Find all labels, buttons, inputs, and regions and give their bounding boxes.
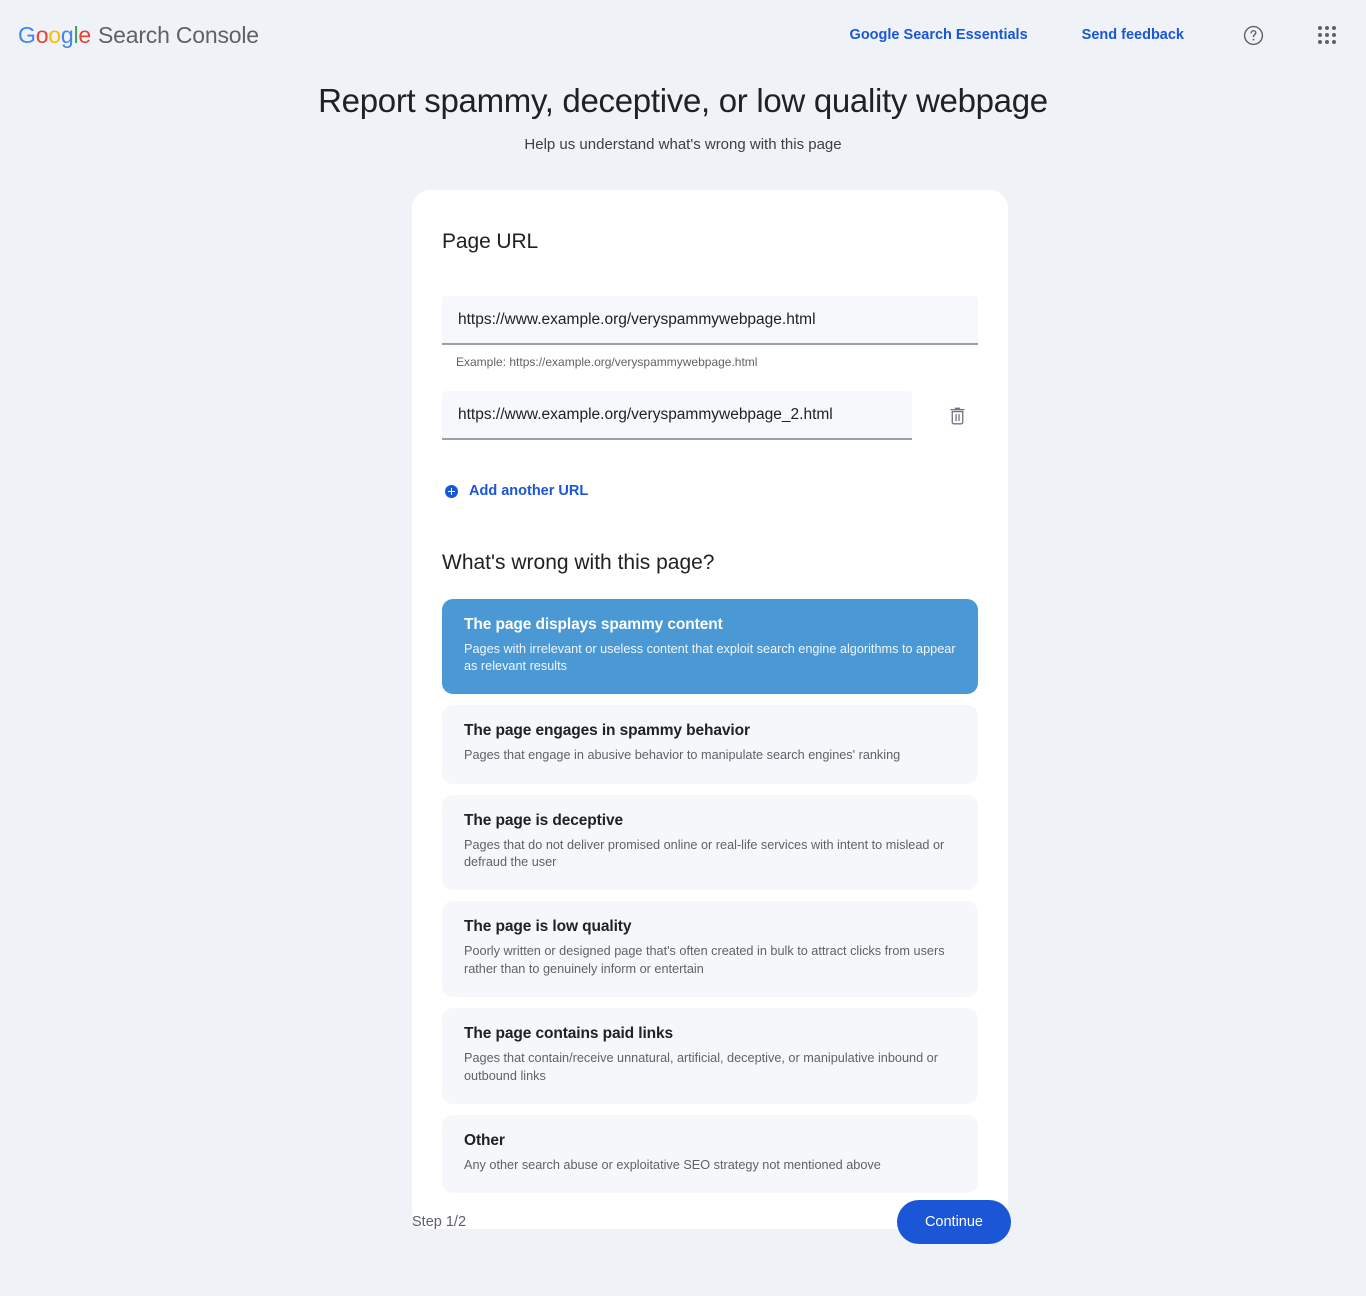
option-title: The page engages in spammy behavior <box>464 722 750 740</box>
header-actions: Google Search Essentials Send feedback <box>850 18 1344 52</box>
option-spammy-behavior[interactable]: The page engages in spammy behavior Page… <box>442 705 978 784</box>
option-title: The page contains paid links <box>464 1025 674 1043</box>
report-form-card: Page URL Example: https://example.org/ve… <box>412 190 1008 1230</box>
app-header: Google Search Console Google Search Esse… <box>0 0 1366 70</box>
trash-icon <box>950 407 964 425</box>
option-title: The page is low quality <box>464 918 632 936</box>
google-search-essentials-link[interactable]: Google Search Essentials <box>850 27 1028 43</box>
page-title: Report spammy, deceptive, or low quality… <box>318 82 1048 119</box>
url-input-1[interactable] <box>442 296 978 345</box>
option-description: Pages that do not deliver promised onlin… <box>464 837 945 870</box>
issue-options-list: The page displays spammy content Pages w… <box>442 598 978 1194</box>
option-description: Poorly written or designed page that's o… <box>464 944 945 976</box>
product-name: Search Console <box>98 21 259 48</box>
add-another-url-button[interactable]: Add another URL <box>445 483 588 499</box>
send-feedback-link[interactable]: Send feedback <box>1082 27 1184 43</box>
url-field-2-row <box>442 391 978 440</box>
option-title: The page is deceptive <box>464 811 623 829</box>
option-title: The page displays spammy content <box>464 615 723 633</box>
option-paid-links[interactable]: The page contains paid links Pages that … <box>442 1008 978 1105</box>
apps-grid-icon <box>1318 26 1336 44</box>
help-circle-icon <box>1243 25 1263 45</box>
help-button[interactable] <box>1236 18 1270 52</box>
option-description: Any other search abuse or exploitative S… <box>464 1158 881 1173</box>
option-spammy-content[interactable]: The page displays spammy content Pages w… <box>442 598 978 695</box>
option-description: Pages that contain/receive unnatural, ar… <box>464 1051 938 1083</box>
option-low-quality[interactable]: The page is low quality Poorly written o… <box>442 901 978 998</box>
url-input-2[interactable] <box>442 391 912 440</box>
option-title: Other <box>464 1132 505 1150</box>
option-description: Pages that engage in abusive behavior to… <box>464 748 901 763</box>
url-helper-text: Example: https://example.org/veryspammyw… <box>456 355 758 369</box>
form-footer: Step 1/2 Continue <box>412 1200 1011 1244</box>
brand-logo: Google Search Console <box>18 22 259 49</box>
continue-button[interactable]: Continue <box>896 1200 1011 1244</box>
option-description: Pages with irrelevant or useless content… <box>464 641 956 673</box>
question-heading: What's wrong with this page? <box>442 550 715 574</box>
google-wordmark: Google <box>18 21 91 48</box>
step-indicator: Step 1/2 <box>412 1214 467 1230</box>
page-subtitle: Help us understand what's wrong with thi… <box>524 136 842 153</box>
page-url-heading: Page URL <box>442 230 539 253</box>
option-deceptive[interactable]: The page is deceptive Pages that do not … <box>442 794 978 891</box>
option-other[interactable]: Other Any other search abuse or exploita… <box>442 1115 978 1194</box>
url-field-2-wrapper <box>442 391 912 440</box>
google-apps-button[interactable] <box>1310 18 1344 52</box>
url-field-1-wrapper <box>442 296 978 345</box>
add-another-url-label: Add another URL <box>469 483 589 499</box>
plus-circle-icon <box>445 484 458 498</box>
delete-url-2-button[interactable] <box>936 395 978 437</box>
